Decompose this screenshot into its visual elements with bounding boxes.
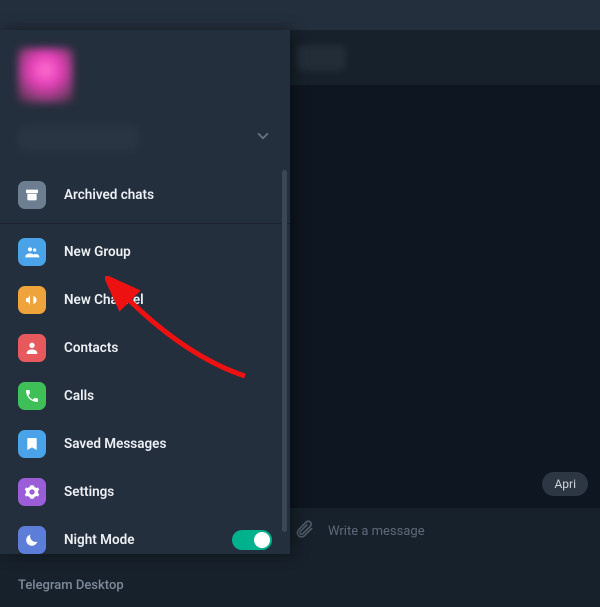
menu-new-group[interactable]: New Group (0, 228, 290, 276)
scrollbar[interactable] (282, 170, 287, 532)
menu-archived-chats[interactable]: Archived chats (0, 171, 290, 219)
chat-body: Apri (280, 85, 600, 508)
archive-icon (18, 181, 46, 209)
menu-new-channel[interactable]: New Channel (0, 276, 290, 324)
night-mode-toggle[interactable] (232, 530, 272, 550)
chat-title-redacted (296, 45, 346, 71)
attachment-icon[interactable] (294, 519, 314, 543)
bookmark-icon (18, 430, 46, 458)
menu-list: Archived chats New Group New Channel Con… (0, 167, 290, 568)
hamburger-menu-drawer: Archived chats New Group New Channel Con… (0, 30, 290, 554)
chevron-down-icon (254, 127, 272, 149)
avatar[interactable] (18, 48, 73, 103)
menu-item-label: Archived chats (64, 187, 154, 203)
group-icon (18, 238, 46, 266)
menu-night-mode[interactable]: Night Mode (0, 516, 290, 564)
chat-area: Apri Write a message (280, 30, 600, 554)
app-name-footer: Telegram Desktop (0, 568, 290, 607)
menu-item-label: Saved Messages (64, 436, 166, 452)
menu-item-label: New Group (64, 244, 131, 260)
menu-settings[interactable]: Settings (0, 468, 290, 516)
megaphone-icon (18, 286, 46, 314)
menu-item-label: Night Mode (64, 532, 134, 548)
menu-contacts[interactable]: Contacts (0, 324, 290, 372)
menu-item-label: Contacts (64, 340, 118, 356)
menu-calls[interactable]: Calls (0, 372, 290, 420)
menu-item-label: Calls (64, 388, 94, 404)
menu-item-label: Settings (64, 484, 114, 500)
menu-item-label: New Channel (64, 292, 144, 308)
gear-icon (18, 478, 46, 506)
menu-saved-messages[interactable]: Saved Messages (0, 420, 290, 468)
person-icon (18, 334, 46, 362)
account-switcher[interactable] (18, 125, 272, 151)
composer-placeholder: Write a message (328, 524, 425, 539)
moon-icon (18, 526, 46, 554)
chat-header (280, 30, 600, 85)
date-pill: Apri (542, 472, 588, 496)
profile-section (0, 30, 290, 167)
phone-icon (18, 382, 46, 410)
app-titlebar (0, 0, 600, 30)
account-name-redacted (18, 125, 138, 151)
message-composer[interactable]: Write a message (280, 508, 600, 554)
divider (0, 223, 290, 224)
